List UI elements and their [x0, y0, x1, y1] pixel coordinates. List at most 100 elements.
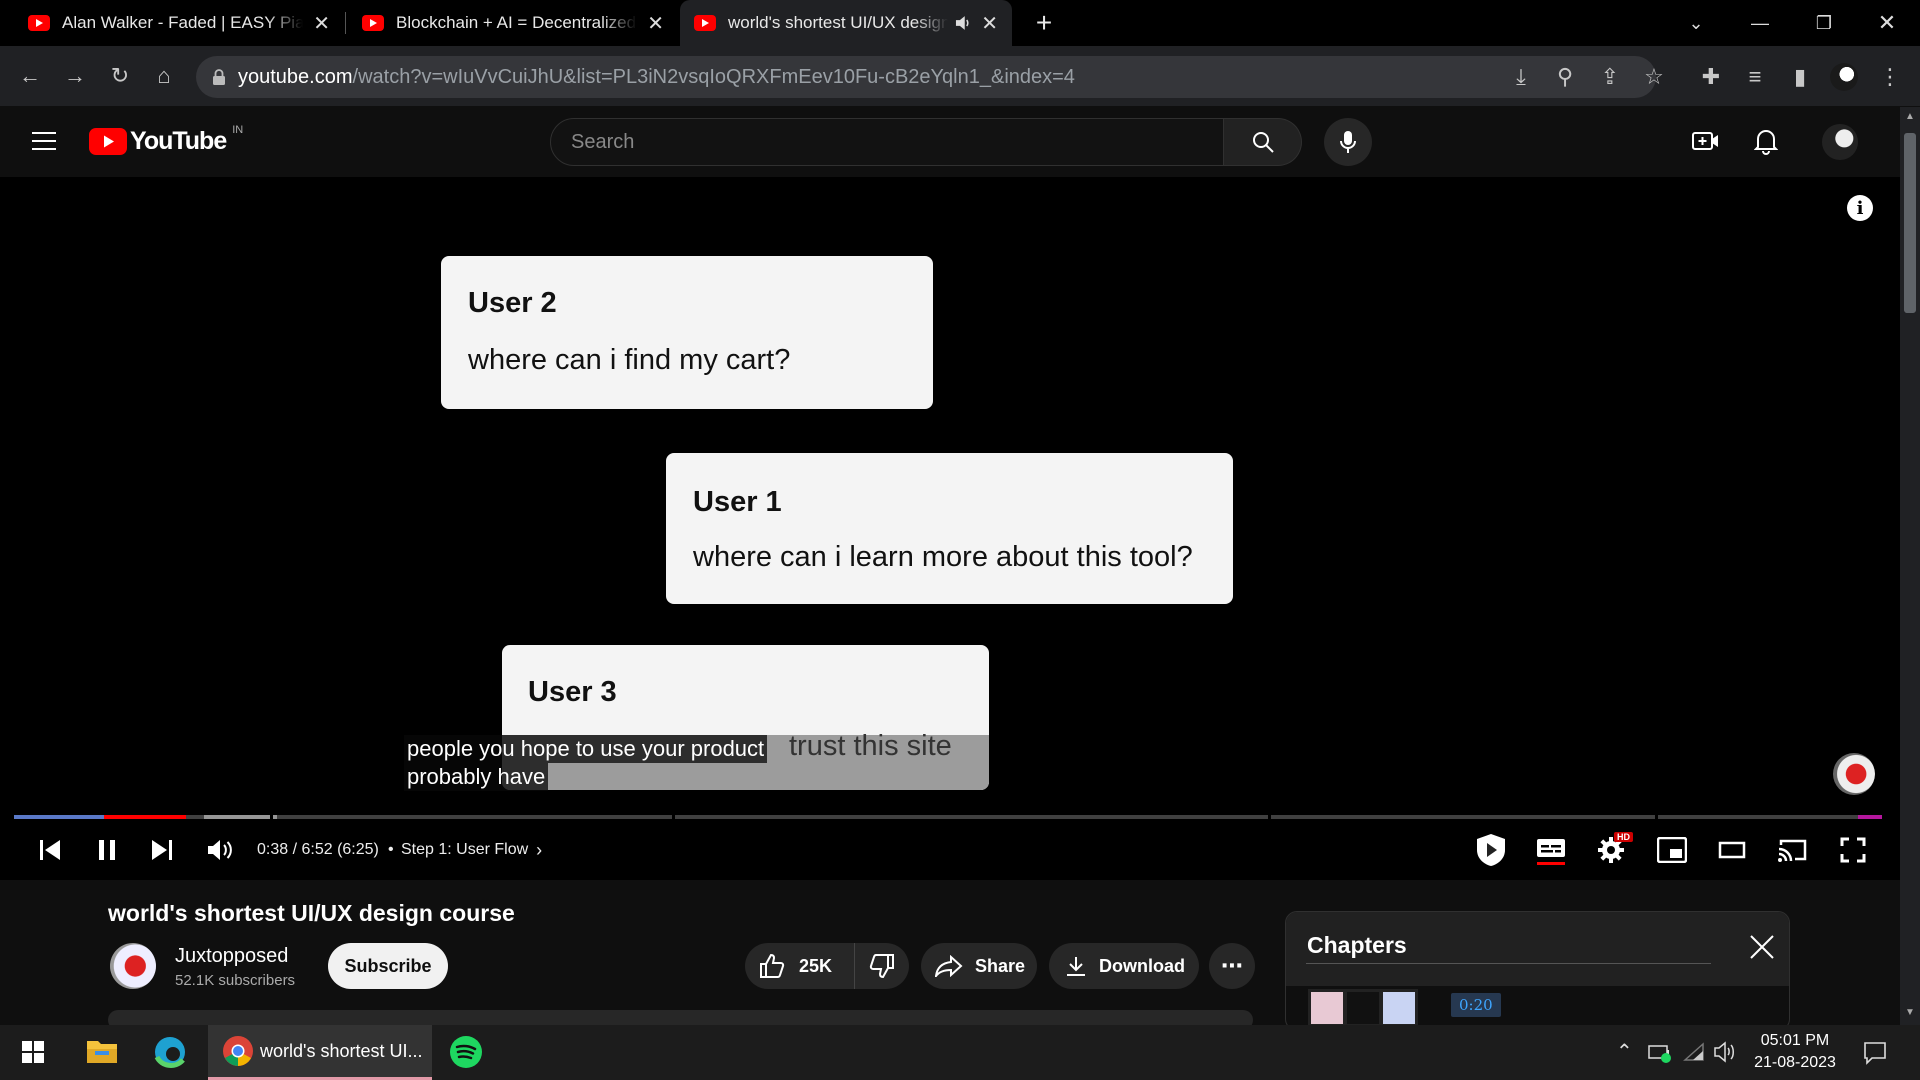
cast-button[interactable]: [1775, 830, 1811, 870]
notification-center-icon[interactable]: [1863, 1041, 1887, 1065]
side-panel-icon[interactable]: ▮: [1784, 61, 1816, 93]
close-tab-icon[interactable]: ✕: [313, 11, 330, 36]
progress-bar[interactable]: [14, 815, 1882, 819]
create-video-icon[interactable]: [1692, 129, 1720, 153]
scroll-up-arrow-icon[interactable]: ▲: [1905, 111, 1915, 122]
speaker-icon[interactable]: [1713, 1041, 1737, 1063]
close-chapters-icon[interactable]: [1749, 934, 1775, 960]
show-hidden-icons-chevron[interactable]: ⌃: [1616, 1039, 1633, 1064]
dislike-button[interactable]: [855, 943, 909, 989]
chrome-icon: [223, 1036, 253, 1066]
profile-avatar-icon[interactable]: [1828, 61, 1860, 93]
extensions-puzzle-icon[interactable]: ✚: [1695, 61, 1727, 93]
like-dislike-group: 25K: [745, 943, 909, 989]
media-queue-icon[interactable]: ≡: [1739, 61, 1771, 93]
battery-charging-icon[interactable]: [1648, 1042, 1672, 1064]
video-player[interactable]: i User 2 where can i find my cart? User …: [0, 177, 1900, 880]
chapters-panel: Chapters 0:20: [1285, 911, 1790, 1031]
scroll-down-arrow-icon[interactable]: ▼: [1905, 1007, 1915, 1018]
spotify-icon[interactable]: [449, 1035, 483, 1069]
youtube-logo[interactable]: YouTube IN: [89, 124, 243, 156]
chapter-thumbnail[interactable]: [1308, 989, 1418, 1027]
volume-icon: [208, 840, 232, 860]
install-app-icon[interactable]: ⤓: [1505, 61, 1537, 93]
channel-watermark[interactable]: [1833, 753, 1875, 795]
new-tab-button[interactable]: +: [1024, 0, 1064, 46]
search-button[interactable]: [1224, 118, 1302, 166]
tab-divider: [345, 12, 346, 34]
chapter-title-button[interactable]: Step 1: User Flow ›: [401, 830, 542, 870]
close-tab-icon[interactable]: ✕: [647, 11, 664, 36]
theater-mode-button[interactable]: [1715, 830, 1749, 870]
volume-button[interactable]: [203, 830, 237, 870]
fullscreen-button[interactable]: [1836, 830, 1870, 870]
restore-icon[interactable]: ❐: [1795, 0, 1853, 46]
chapter-title: Step 1: User Flow: [401, 841, 529, 858]
message-card-user-1: User 1 where can i learn more about this…: [666, 453, 1233, 604]
progress-chapter-highlight: [14, 815, 104, 819]
search-icon: [1252, 132, 1274, 153]
captions-overlay: people you hope to use your product prob…: [404, 735, 768, 791]
search-input[interactable]: Search: [550, 118, 1224, 166]
previous-button[interactable]: [34, 830, 66, 870]
back-icon[interactable]: ←: [14, 60, 46, 92]
audio-playing-icon[interactable]: [954, 15, 972, 31]
browser-tab-3-active[interactable]: world's shortest UI/UX design course ✕: [680, 0, 1012, 46]
chapter-timestamp[interactable]: 0:20: [1451, 993, 1501, 1017]
minimize-icon[interactable]: —: [1731, 0, 1789, 46]
address-bar[interactable]: youtube.com/watch?v=wIuVvCuiJhU&list=PL3…: [196, 56, 1656, 98]
forward-icon[interactable]: →: [59, 60, 91, 92]
more-horizontal-icon: ⋯: [1221, 953, 1243, 978]
hamburger-menu-icon[interactable]: [32, 131, 58, 151]
youtube-favicon-icon: [694, 15, 716, 31]
taskbar-chrome-app[interactable]: world's shortest UI...: [208, 1025, 432, 1080]
scrollbar-thumb[interactable]: [1904, 133, 1916, 313]
chapter-gap: [672, 815, 675, 819]
thumbnail-frame: [1311, 992, 1343, 1024]
shield-play-icon: [1477, 834, 1505, 866]
file-explorer-icon[interactable]: [86, 1037, 118, 1065]
close-tab-icon[interactable]: ✕: [981, 11, 998, 36]
pause-button[interactable]: [91, 830, 123, 870]
bookmark-star-icon[interactable]: ☆: [1638, 61, 1670, 93]
like-button[interactable]: 25K: [745, 943, 855, 989]
channel-avatar[interactable]: [110, 943, 156, 989]
browser-tab-2[interactable]: Blockchain + AI = Decentralized AI ✕: [348, 0, 678, 46]
notifications-bell-icon[interactable]: [1754, 127, 1778, 155]
tab-title: Blockchain + AI = Decentralized AI: [396, 13, 638, 32]
share-page-icon[interactable]: ⇪: [1594, 61, 1626, 93]
user-avatar[interactable]: [1822, 124, 1858, 160]
lock-icon[interactable]: [212, 69, 226, 85]
next-button[interactable]: [146, 830, 178, 870]
browser-tab-1[interactable]: Alan Walker - Faded | EASY Piano ✕: [14, 0, 344, 46]
edge-browser-icon[interactable]: [153, 1035, 187, 1069]
card-message: where can i learn more about this tool?: [693, 541, 1193, 573]
caption-line-2: probably have: [404, 763, 549, 791]
home-icon[interactable]: ⌂: [148, 60, 180, 92]
wifi-icon[interactable]: [1683, 1042, 1705, 1062]
previous-icon: [40, 840, 60, 860]
more-actions-button[interactable]: ⋯: [1209, 943, 1255, 989]
zoom-icon[interactable]: ⚲: [1549, 61, 1581, 93]
clock[interactable]: 05:01 PM 21-08-2023: [1749, 1030, 1841, 1074]
info-icon[interactable]: i: [1847, 195, 1873, 221]
subscribe-button[interactable]: Subscribe: [328, 943, 448, 989]
page-scrollbar[interactable]: ▲ ▼: [1900, 107, 1920, 1025]
clock-time: 05:01 PM: [1760, 1032, 1830, 1049]
voice-search-button[interactable]: [1324, 118, 1372, 166]
channel-name[interactable]: Juxtopposed: [175, 945, 288, 968]
settings-button[interactable]: HD: [1594, 830, 1633, 870]
windows-start-icon[interactable]: [22, 1041, 44, 1063]
close-window-icon[interactable]: ✕: [1858, 0, 1916, 46]
share-button[interactable]: Share: [921, 943, 1037, 989]
share-label: Share: [975, 955, 1026, 976]
tab-search-icon[interactable]: ⌄: [1667, 0, 1725, 46]
download-button[interactable]: Download: [1049, 943, 1199, 989]
thumbs-up-icon: [760, 953, 785, 978]
miniplayer-button[interactable]: [1655, 830, 1689, 870]
ad-blocker-extension-button[interactable]: [1471, 830, 1511, 870]
subtitles-button[interactable]: [1534, 830, 1568, 870]
next-icon: [152, 840, 172, 860]
reload-icon[interactable]: ↻: [104, 60, 136, 92]
browser-menu-icon[interactable]: ⋮: [1874, 61, 1906, 93]
